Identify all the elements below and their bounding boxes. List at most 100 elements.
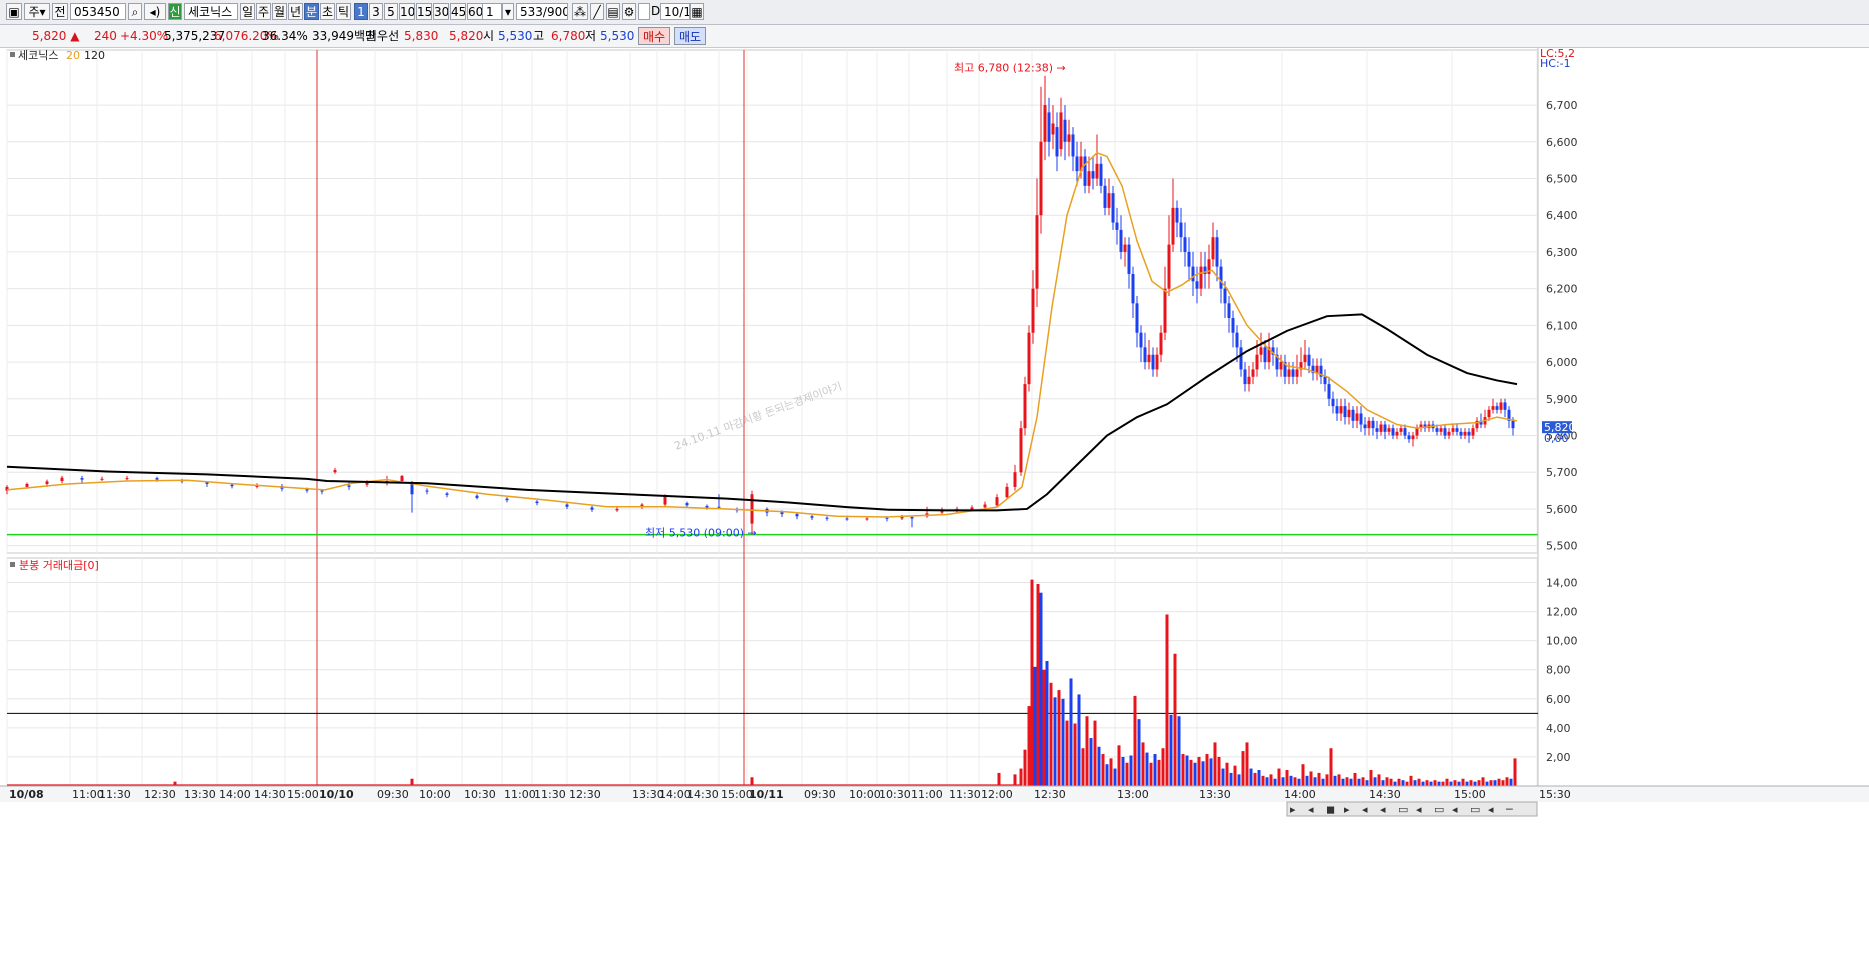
x-tick-label: 15:30 <box>1539 788 1571 801</box>
candle-body <box>1127 244 1131 274</box>
ma20-line <box>6 151 1518 518</box>
price-chart[interactable]: 24.10.11 마감시황 돈되는경제이야기 최고 6,780 (12:38) … <box>0 48 1869 972</box>
volume-bar <box>1081 748 1085 786</box>
volume-bar <box>1489 780 1493 786</box>
candle-body <box>1013 472 1017 487</box>
calendar-icon[interactable]: ▦ <box>690 3 704 20</box>
scroll-controls[interactable]: ▸ ◂ ◼ ▸ ◂ ◂ ▭ ◂ ▭ ◂ ▭ ◂ ─ <box>1286 801 1538 817</box>
candle-body <box>1095 163 1099 179</box>
chart-legend: 세코닉스 20 120 <box>10 49 105 62</box>
candle-body <box>1363 424 1367 429</box>
volume-bar <box>750 777 754 786</box>
candle-body <box>1215 237 1219 267</box>
volume-bar <box>1433 780 1437 786</box>
candle-body <box>1411 435 1415 440</box>
stock-code-input[interactable]: 053450 <box>70 3 126 20</box>
volume-bar <box>1409 775 1413 786</box>
candle-body <box>155 478 159 480</box>
candle-body <box>1511 420 1515 429</box>
interval-button[interactable]: 30 <box>433 3 449 20</box>
x-tick-label: 15:00 <box>287 788 319 801</box>
candle-body <box>1247 376 1251 385</box>
bar-count-field[interactable]: 533/900 <box>516 3 568 20</box>
interval-button[interactable]: 5 <box>384 3 398 20</box>
volume-bar <box>1109 758 1113 786</box>
interval-button[interactable]: 15 <box>416 3 432 20</box>
period-button[interactable]: 월 <box>272 3 287 20</box>
interval-button[interactable]: 10 <box>399 3 415 20</box>
candle-body <box>125 478 129 480</box>
speaker-icon[interactable]: ◂) <box>144 3 166 20</box>
x-tick-label: 11:00 <box>504 788 536 801</box>
interval-button[interactable]: 3 <box>369 3 383 20</box>
period-button[interactable]: 분 <box>304 3 319 20</box>
market-type-select[interactable]: 주▾ <box>24 3 50 20</box>
sell-button[interactable]: 매도 <box>674 27 706 45</box>
candle-body <box>1115 222 1119 230</box>
candle-body <box>1143 347 1147 363</box>
candle-body <box>1375 428 1379 432</box>
volume-bar <box>1141 742 1145 786</box>
window-icon[interactable]: ▣ <box>6 3 22 20</box>
volume-tick-label: 4,00 <box>1546 722 1571 735</box>
volume-bar <box>1205 754 1209 786</box>
period-button[interactable]: 일 <box>240 3 255 20</box>
volume-bar <box>1269 774 1273 786</box>
save-icon[interactable]: ▤ <box>606 3 620 20</box>
draw-icon[interactable]: ╱ <box>590 3 604 20</box>
candle-body <box>663 496 667 505</box>
candle-body <box>1455 428 1459 432</box>
x-tick-label: 13:00 <box>1117 788 1149 801</box>
candle-body <box>1387 428 1391 432</box>
x-tick-label: 15:00 <box>1454 788 1486 801</box>
prev-button[interactable]: 전 <box>52 3 68 20</box>
interval-button[interactable]: 1 <box>354 3 368 20</box>
period-button[interactable]: 초 <box>320 3 335 20</box>
candle-body <box>1099 163 1103 186</box>
volume-bar <box>1049 682 1053 786</box>
low-price: 5,530 <box>600 29 635 43</box>
volume-bar <box>1253 772 1257 786</box>
candle-body <box>1355 413 1359 421</box>
stock-name-field[interactable]: 세코닉스 <box>184 3 238 20</box>
price-panel-frame <box>6 49 1539 554</box>
volume-bar <box>1149 762 1153 786</box>
volume-bar <box>1277 768 1281 786</box>
candle-body <box>1027 332 1031 385</box>
volume-bar <box>1297 778 1301 786</box>
volume-bar <box>1345 777 1349 786</box>
candle-body <box>1039 141 1043 216</box>
time-axis: 10/08 11:0011:30 12:30 13:30 14:00 14:30 15:00… <box>0 785 1869 802</box>
volume-bar <box>1165 614 1169 786</box>
volume-bar <box>1281 777 1285 786</box>
search-icon[interactable]: ⌕ <box>128 3 142 20</box>
period-button[interactable]: 주 <box>256 3 271 20</box>
candle-body <box>1295 369 1299 377</box>
candle-body <box>1135 303 1139 333</box>
volume-bar <box>1353 772 1357 786</box>
volume-bar <box>1197 756 1201 786</box>
interval-button[interactable]: 60 <box>467 3 483 20</box>
candle-body <box>1119 229 1123 252</box>
volume-bar <box>1477 780 1481 786</box>
period-button[interactable]: 년 <box>288 3 303 20</box>
date-checkbox[interactable] <box>638 3 650 20</box>
period-button[interactable]: 틱 <box>336 3 351 20</box>
candle-body <box>1195 281 1199 289</box>
volume-bar <box>1473 781 1477 786</box>
buy-button[interactable]: 매수 <box>638 27 670 45</box>
candle-body <box>1447 431 1451 436</box>
date-field[interactable]: 10/11 <box>660 3 690 20</box>
interval-select[interactable]: 1 <box>482 3 502 20</box>
chevron-down-icon[interactable]: ▾ <box>502 3 514 20</box>
gear-icon[interactable]: ⚙ <box>622 3 636 20</box>
volume-bar <box>1505 777 1509 786</box>
quote-bar: 5,820 ▲ 240 +4.30% 5,375,237 6,076.20% 3… <box>0 25 1869 48</box>
x-tick-label: 10:00 <box>419 788 451 801</box>
candle-body <box>1487 409 1491 418</box>
volume-bar <box>1073 723 1077 786</box>
interval-button[interactable]: 45 <box>450 3 466 20</box>
candle-body <box>615 508 619 511</box>
candle-body <box>1019 428 1023 473</box>
tool-icon[interactable]: ⁂ <box>572 3 588 20</box>
